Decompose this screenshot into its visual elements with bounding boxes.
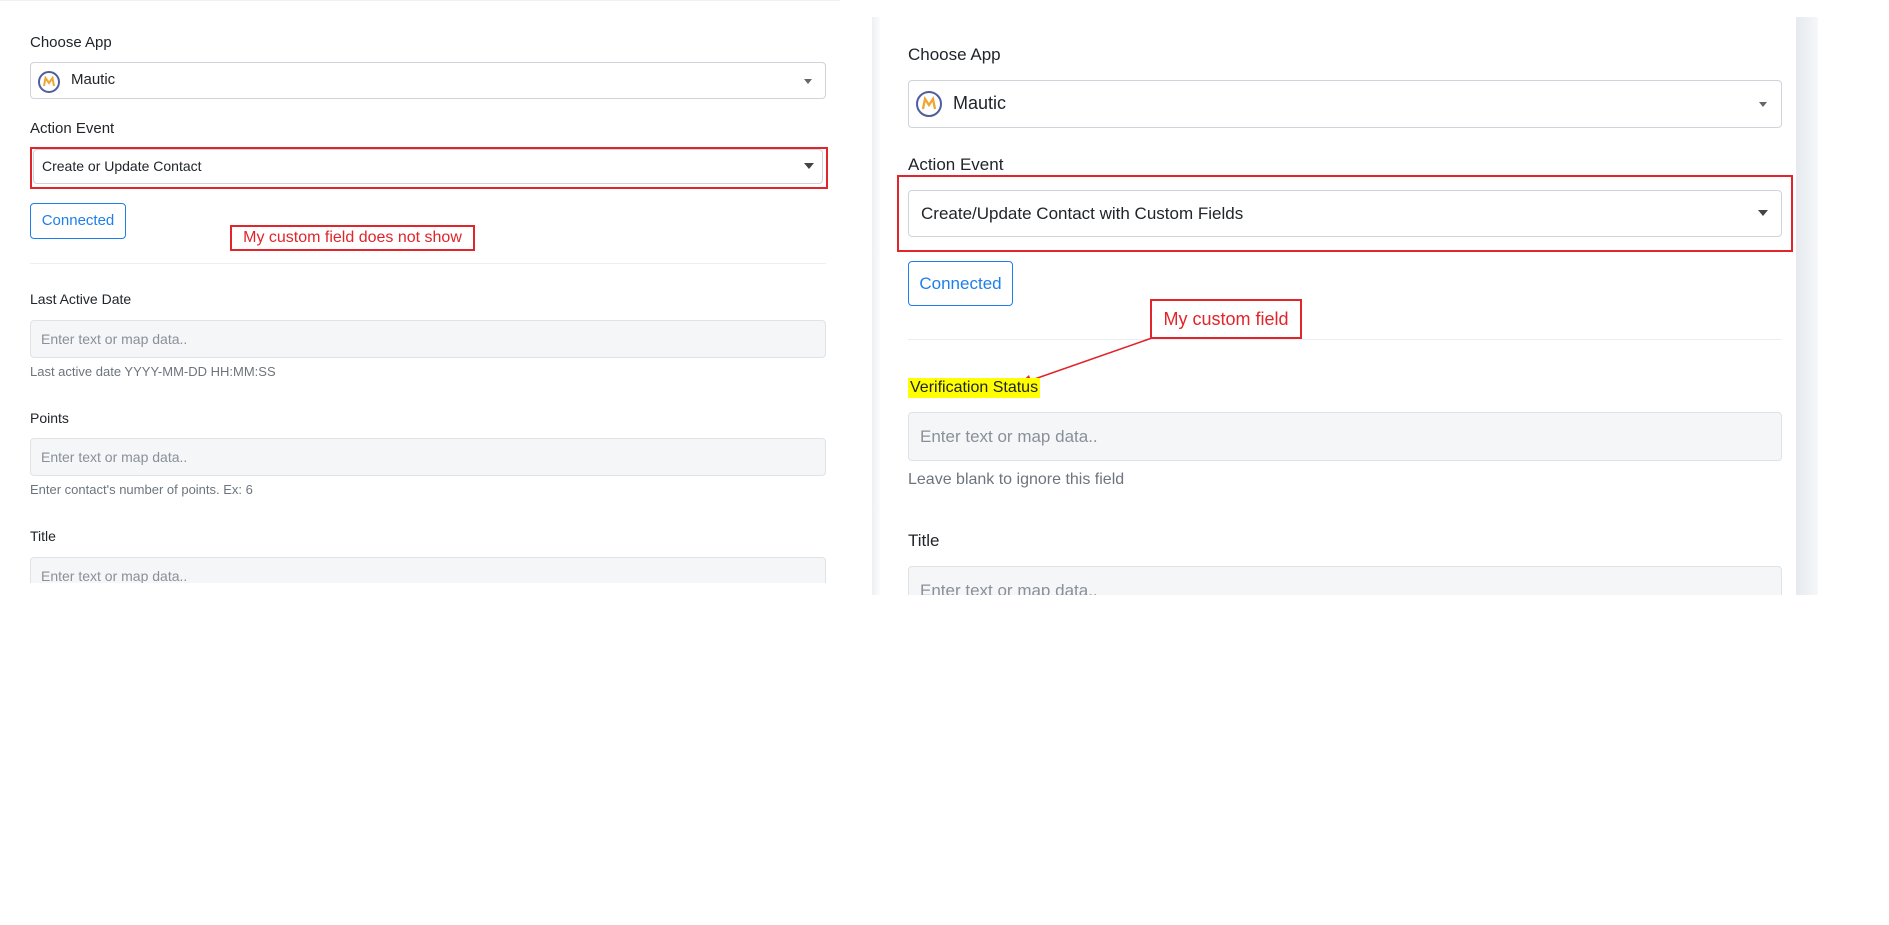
choose-app-value: Mautic: [953, 93, 1007, 113]
annotation-callout: My custom field does not show: [230, 225, 475, 251]
annotation-highlight-box: [897, 175, 1793, 252]
field-help-points: Enter contact's number of points. Ex: 6: [30, 482, 253, 497]
last-active-date-input[interactable]: Enter text or map data..: [30, 320, 826, 358]
choose-app-value: Mautic: [71, 71, 116, 88]
connected-button[interactable]: Connected: [908, 261, 1013, 306]
choose-app-select[interactable]: Mautic: [30, 62, 826, 99]
points-input[interactable]: Enter text or map data..: [30, 438, 826, 476]
mautic-logo-icon: [916, 91, 942, 117]
field-label-title: Title: [30, 528, 56, 544]
title-input[interactable]: Enter text or map data..: [30, 557, 826, 583]
field-label-last-active-date: Last Active Date: [30, 291, 132, 307]
caret-down-icon[interactable]: [1759, 102, 1767, 107]
panel-scrollbar[interactable]: [1796, 17, 1818, 595]
choose-app-label: Choose App: [908, 45, 1001, 64]
field-label-title: Title: [908, 531, 940, 550]
annotation-highlight-box: [30, 147, 828, 189]
field-label-points: Points: [30, 410, 69, 426]
caret-down-icon[interactable]: [804, 79, 812, 84]
connected-button[interactable]: Connected: [30, 203, 126, 239]
action-event-label: Action Event: [908, 155, 1004, 174]
field-help-last-active-date: Last active date YYYY-MM-DD HH:MM:SS: [30, 364, 276, 379]
choose-app-label: Choose App: [30, 34, 112, 51]
left-screenshot-panel: Choose App Mautic Action Event Create or…: [0, 0, 840, 583]
annotation-callout: My custom field: [1150, 299, 1302, 339]
section-divider: [30, 263, 826, 264]
panel-shadow: [872, 17, 880, 595]
mautic-logo-icon: [38, 71, 60, 93]
verification-status-input[interactable]: Enter text or map data..: [908, 412, 1782, 461]
action-event-label: Action Event: [30, 120, 115, 137]
right-screenshot-panel: Choose App Mautic Action Event Create/Up…: [872, 0, 1818, 595]
choose-app-select[interactable]: Mautic: [908, 80, 1782, 128]
field-label-verification-status: Verification Status: [908, 378, 1041, 398]
title-input[interactable]: Enter text or map data..: [908, 566, 1782, 595]
field-help-verification-status: Leave blank to ignore this field: [908, 471, 1125, 488]
